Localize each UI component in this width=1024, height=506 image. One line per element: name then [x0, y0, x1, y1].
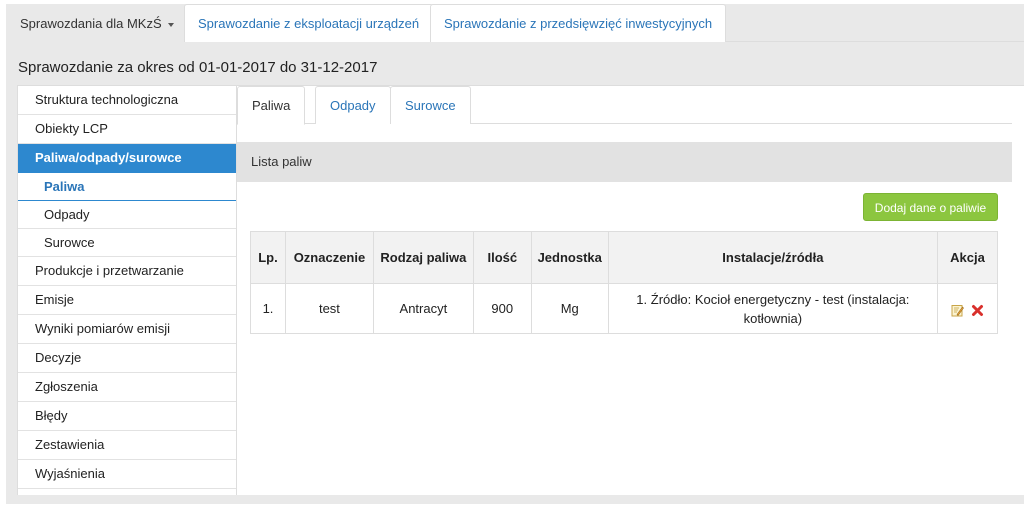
tab-sprawozdania-mkzs[interactable]: Sprawozdania dla MKzŚ: [6, 4, 188, 42]
tab-odpady[interactable]: Odpady: [315, 86, 391, 124]
column-header-instalacje: Instalacje/źródła: [607, 231, 939, 284]
cell-lp: 1.: [250, 283, 286, 334]
sidebar-item-obiekty-lcp[interactable]: Obiekty LCP: [18, 115, 236, 144]
tab-label: Sprawozdania dla MKzŚ: [20, 16, 162, 31]
column-header-jednostka: Jednostka: [530, 231, 609, 284]
chevron-down-icon: [167, 22, 174, 27]
column-header-lp: Lp.: [250, 231, 286, 284]
column-header-akcja: Akcja: [937, 231, 998, 284]
tab-eksploatacja-urzadzen[interactable]: Sprawozdanie z eksploatacji urządzeń: [184, 4, 434, 42]
tab-paliwa[interactable]: Paliwa: [237, 86, 306, 125]
sidebar: Struktura technologiczna Obiekty LCP Pal…: [17, 85, 237, 495]
edit-icon[interactable]: [951, 303, 964, 317]
cell-jednostka: Mg: [530, 283, 609, 334]
sidebar-item-paliwa-odpady-surowce[interactable]: Paliwa/odpady/surowce: [18, 144, 236, 173]
top-tabs: Sprawozdania dla MKzŚ Sprawozdanie z eks…: [6, 4, 1024, 42]
sidebar-subitem-paliwa[interactable]: Paliwa: [18, 173, 236, 201]
sidebar-item-emisje[interactable]: Emisje: [18, 286, 236, 315]
column-header-rodzaj-paliwa: Rodzaj paliwa: [372, 231, 474, 284]
cell-rodzaj: Antracyt: [372, 283, 474, 334]
cell-ilosc: 900: [472, 283, 532, 334]
add-fuel-button[interactable]: Dodaj dane o paliwie: [863, 193, 998, 221]
sidebar-item-produkcje[interactable]: Produkcje i przetwarzanie: [18, 257, 236, 286]
tab-surowce[interactable]: Surowce: [390, 86, 471, 124]
cell-oznaczenie: test: [284, 283, 374, 334]
tab-przedsiewziecia-inwestycyjne[interactable]: Sprawozdanie z przedsięwzięć inwestycyjn…: [430, 4, 727, 42]
cell-instalacje: 1. Źródło: Kocioł energetyczny - test (i…: [607, 283, 939, 334]
sidebar-item-wyjasnienia[interactable]: Wyjaśnienia: [18, 460, 236, 489]
inner-tabs: Paliwa Odpady Surowce: [237, 86, 1012, 125]
sidebar-subitem-odpady[interactable]: Odpady: [18, 201, 236, 229]
table-row: 1. test Antracyt 900 Mg 1. Źródło: Kocio…: [250, 283, 998, 334]
main-panel: Paliwa Odpady Surowce Lista paliw Dodaj …: [237, 85, 1024, 495]
sidebar-item-struktura[interactable]: Struktura technologiczna: [18, 86, 236, 115]
sidebar-subitem-surowce[interactable]: Surowce: [18, 229, 236, 257]
sidebar-item-bledy[interactable]: Błędy: [18, 402, 236, 431]
sidebar-item-wyniki-pomiarow[interactable]: Wyniki pomiarów emisji: [18, 315, 236, 344]
sidebar-item-zestawienia[interactable]: Zestawienia: [18, 431, 236, 460]
cell-akcja: [937, 283, 998, 334]
delete-icon[interactable]: [971, 303, 984, 317]
sidebar-item-decyzje[interactable]: Decyzje: [18, 344, 236, 373]
column-header-ilosc: Ilość: [472, 231, 532, 284]
app-frame: Sprawozdania dla MKzŚ Sprawozdanie z eks…: [6, 4, 1024, 504]
column-header-oznaczenie: Oznaczenie: [284, 231, 374, 284]
list-title: Lista paliw: [237, 142, 1012, 182]
sidebar-item-zgloszenia[interactable]: Zgłoszenia: [18, 373, 236, 402]
table-header-row: Lp. Oznaczenie Rodzaj paliwa Ilość Jedno…: [250, 231, 998, 284]
fuel-table: Lp. Oznaczenie Rodzaj paliwa Ilość Jedno…: [250, 231, 998, 334]
page-title: Sprawozdanie za okres od 01-01-2017 do 3…: [18, 59, 378, 76]
